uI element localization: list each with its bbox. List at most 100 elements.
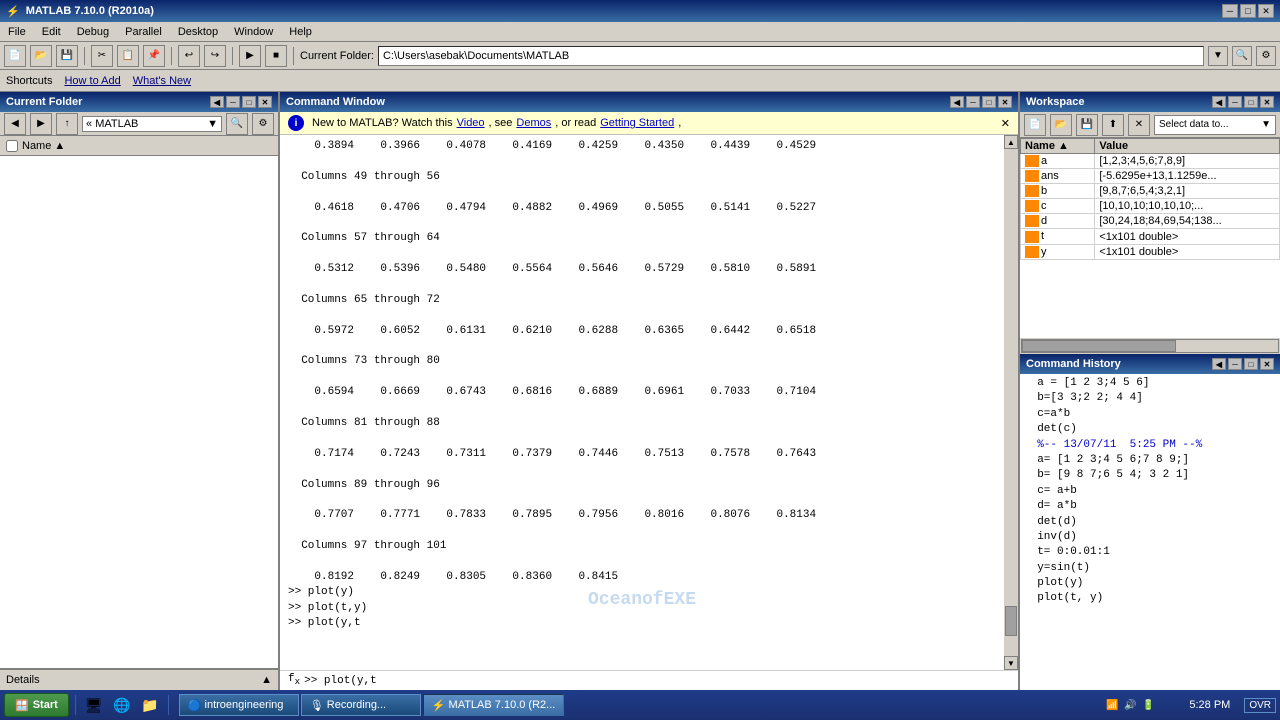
ws-scroll-thumb[interactable] xyxy=(1022,340,1176,352)
hist-line-10[interactable]: t= 0:0.01:1 xyxy=(1024,545,1276,560)
hist-line-9[interactable]: inv(d) xyxy=(1024,530,1276,545)
cmd-undock-button[interactable]: ◀ xyxy=(950,96,964,108)
ws-minimize-button[interactable]: ─ xyxy=(1228,96,1242,108)
command-output[interactable]: 0.3894 0.3966 0.4078 0.4169 0.4259 0.435… xyxy=(280,135,1004,670)
hist-line-6[interactable]: c= a+b xyxy=(1024,484,1276,499)
hist-line-13[interactable]: plot(t, y) xyxy=(1024,591,1276,606)
menu-desktop[interactable]: Desktop xyxy=(174,25,222,39)
taskbar-clock[interactable]: 5:28 PM xyxy=(1158,697,1238,713)
ws-new-var-button[interactable]: 📄 xyxy=(1024,114,1046,136)
scrollbar-track[interactable] xyxy=(1004,149,1018,656)
ws-close-button[interactable]: ✕ xyxy=(1260,96,1274,108)
close-button[interactable]: ✕ xyxy=(1258,4,1274,18)
hist-line-1[interactable]: b=[3 3;2 2; 4 4] xyxy=(1024,391,1276,406)
command-scrollbar[interactable]: ▲ ▼ xyxy=(1004,135,1018,670)
ws-var-b[interactable]: b [9,8,7;6,5,4;3,2,1] xyxy=(1021,184,1280,199)
panel-undock-button[interactable]: ◀ xyxy=(210,96,224,108)
folder-browse-button[interactable]: ▼ xyxy=(1208,46,1228,66)
menu-help[interactable]: Help xyxy=(285,25,316,39)
ws-var-y[interactable]: y <1x101 double> xyxy=(1021,244,1280,259)
ws-var-a[interactable]: a [1,2,3;4,5,6;7,8,9] xyxy=(1021,154,1280,169)
folder-location-bar[interactable]: « MATLAB ▼ xyxy=(82,116,222,132)
ws-var-t[interactable]: t <1x101 double> xyxy=(1021,229,1280,244)
scroll-up-arrow[interactable]: ▲ xyxy=(1004,135,1018,149)
new-file-button[interactable]: 📄 xyxy=(4,45,26,67)
folder-nav-button[interactable]: 🔍 xyxy=(1232,46,1252,66)
panel-close-button[interactable]: ✕ xyxy=(258,96,272,108)
hist-line-5[interactable]: b= [9 8 7;6 5 4; 3 2 1] xyxy=(1024,468,1276,483)
ws-var-ans[interactable]: ans [-5.6295e+13,1.1259e... xyxy=(1021,169,1280,184)
info-close-button[interactable]: ✕ xyxy=(1001,117,1010,130)
hist-line-4[interactable]: a= [1 2 3;4 5 6;7 8 9;] xyxy=(1024,453,1276,468)
hist-line-12[interactable]: plot(y) xyxy=(1024,576,1276,591)
folder-search-button[interactable]: 🔍 xyxy=(226,113,248,135)
stop-button[interactable]: ■ xyxy=(265,45,287,67)
ws-maximize-button[interactable]: □ xyxy=(1244,96,1258,108)
command-input-area[interactable]: fx >> plot(y,t xyxy=(280,670,1018,690)
redo-button[interactable]: ↪ xyxy=(204,45,226,67)
cmd-minimize-button[interactable]: ─ xyxy=(966,96,980,108)
ws-var-d[interactable]: d [30,24,18;84,69,54;138... xyxy=(1021,214,1280,229)
ws-import-button[interactable]: ⬆ xyxy=(1102,114,1124,136)
hist-undock-button[interactable]: ◀ xyxy=(1212,358,1226,370)
menu-window[interactable]: Window xyxy=(230,25,277,39)
paste-button[interactable]: 📌 xyxy=(143,45,165,67)
how-to-add-link[interactable]: How to Add xyxy=(64,75,120,87)
workspace-horizontal-scrollbar[interactable] xyxy=(1021,339,1279,353)
video-link[interactable]: Video xyxy=(457,117,485,129)
menu-parallel[interactable]: Parallel xyxy=(121,25,166,39)
run-button[interactable]: ▶ xyxy=(239,45,261,67)
nav-back-button[interactable]: ◀ xyxy=(4,113,26,135)
folder-file-list[interactable] xyxy=(0,156,278,668)
nav-forward-button[interactable]: ▶ xyxy=(30,113,52,135)
minimize-button[interactable]: ─ xyxy=(1222,4,1238,18)
taskbar-item-recording[interactable]: 🎙 Recording... xyxy=(301,694,421,716)
panel-minimize-button[interactable]: ─ xyxy=(226,96,240,108)
hist-line-0[interactable]: a = [1 2 3;4 5 6] xyxy=(1024,376,1276,391)
hist-maximize-button[interactable]: □ xyxy=(1244,358,1258,370)
hist-line-7[interactable]: d= a*b xyxy=(1024,499,1276,514)
tray-battery-icon[interactable]: 🔋 xyxy=(1140,697,1156,713)
ws-save-button[interactable]: 💾 xyxy=(1076,114,1098,136)
undo-button[interactable]: ↩ xyxy=(178,45,200,67)
folder-path-input[interactable] xyxy=(378,46,1204,66)
save-button[interactable]: 💾 xyxy=(56,45,78,67)
ws-open-button[interactable]: 📂 xyxy=(1050,114,1072,136)
taskbar-item-matlab[interactable]: ⚡ MATLAB 7.10.0 (R2... xyxy=(423,694,565,716)
scroll-down-arrow[interactable]: ▼ xyxy=(1004,656,1018,670)
taskbar-folder-icon[interactable]: 📁 xyxy=(138,693,162,717)
hist-close-button[interactable]: ✕ xyxy=(1260,358,1274,370)
tray-volume-icon[interactable]: 🔊 xyxy=(1122,697,1138,713)
menu-debug[interactable]: Debug xyxy=(73,25,113,39)
nav-up-button[interactable]: ↑ xyxy=(56,113,78,135)
select-data-dropdown[interactable]: Select data to... ▼ xyxy=(1154,115,1276,135)
hist-line-3[interactable]: det(c) xyxy=(1024,422,1276,437)
ws-delete-button[interactable]: ✕ xyxy=(1128,114,1150,136)
taskbar-desktop-icon[interactable]: 🖥 xyxy=(82,693,106,717)
cut-button[interactable]: ✂ xyxy=(91,45,113,67)
whats-new-link[interactable]: What's New xyxy=(133,75,191,87)
ws-var-c[interactable]: c [10,10,10;10,10,10;... xyxy=(1021,199,1280,214)
hist-line-11[interactable]: y=sin(t) xyxy=(1024,561,1276,576)
start-button[interactable]: 🪟 Start xyxy=(4,693,69,717)
taskbar-browser-icon[interactable]: 🌐 xyxy=(110,693,134,717)
getting-started-link[interactable]: Getting Started xyxy=(600,117,674,129)
select-all-checkbox[interactable] xyxy=(6,140,18,152)
hist-line-8[interactable]: det(d) xyxy=(1024,515,1276,530)
copy-button[interactable]: 📋 xyxy=(117,45,139,67)
hist-line-2[interactable]: c=a*b xyxy=(1024,407,1276,422)
maximize-button[interactable]: □ xyxy=(1240,4,1256,18)
tray-network-icon[interactable]: 📶 xyxy=(1104,697,1120,713)
panel-maximize-button[interactable]: □ xyxy=(242,96,256,108)
details-expand-button[interactable]: ▲ xyxy=(261,674,272,686)
menu-file[interactable]: File xyxy=(4,25,30,39)
open-button[interactable]: 📂 xyxy=(30,45,52,67)
demos-link[interactable]: Demos xyxy=(516,117,551,129)
hist-minimize-button[interactable]: ─ xyxy=(1228,358,1242,370)
cmd-maximize-button[interactable]: □ xyxy=(982,96,996,108)
scrollbar-thumb[interactable] xyxy=(1005,606,1017,636)
history-content[interactable]: a = [1 2 3;4 5 6] b=[3 3;2 2; 4 4] c=a*b… xyxy=(1020,374,1280,690)
menu-edit[interactable]: Edit xyxy=(38,25,65,39)
folder-options-button[interactable]: ⚙ xyxy=(252,113,274,135)
ws-undock-button[interactable]: ◀ xyxy=(1212,96,1226,108)
